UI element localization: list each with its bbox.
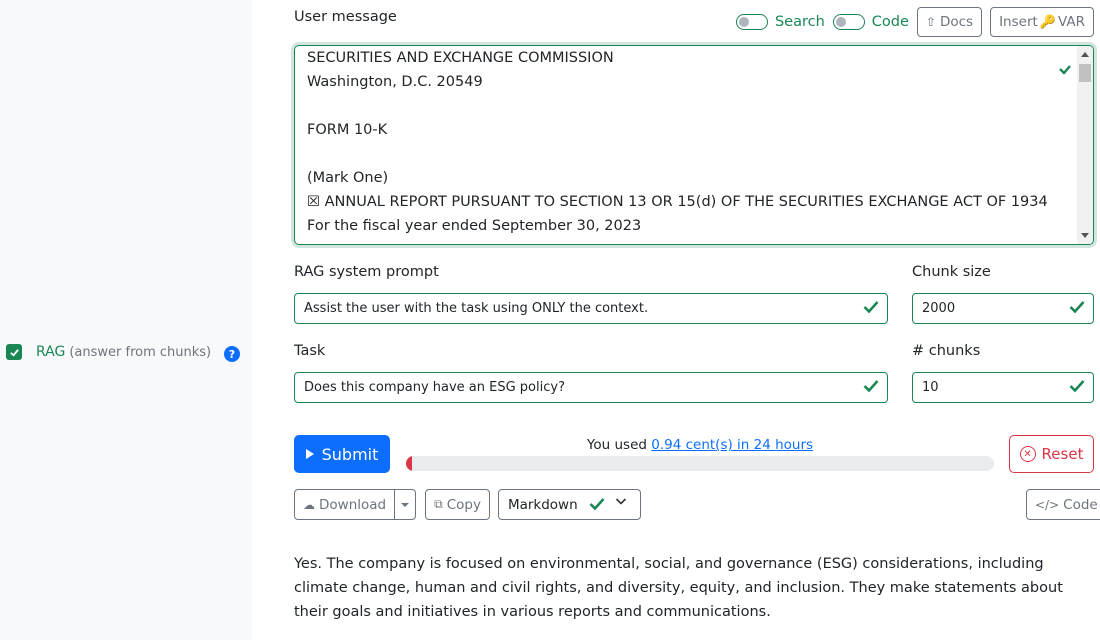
task-input[interactable]: Does this company have an ESG policy?: [294, 372, 888, 403]
valid-check-icon: [863, 379, 879, 397]
reset-button[interactable]: ✕ Reset: [1009, 435, 1094, 473]
code-switch[interactable]: [832, 14, 865, 30]
chunk-size-label: Chunk size: [912, 264, 991, 280]
chevron-down-icon: [615, 495, 627, 509]
sidebar: RAG (answer from chunks) ?: [0, 0, 252, 640]
key-icon: 🔑: [1039, 14, 1056, 30]
insert-label: Insert: [999, 14, 1038, 30]
download-button-group: ☁ Download: [294, 489, 417, 520]
user-message-label: User message: [294, 9, 397, 25]
valid-check-icon: [1059, 60, 1071, 79]
rag-prompt-label: RAG system prompt: [294, 264, 439, 280]
task-value: Does this company have an ESG policy?: [304, 380, 565, 395]
insert-var-button[interactable]: Insert 🔑 VAR: [990, 7, 1094, 37]
num-chunks-value: 10: [922, 380, 939, 395]
scroll-thumb[interactable]: [1079, 64, 1091, 82]
reset-label: Reset: [1041, 445, 1084, 463]
search-toggle-label: Search: [774, 14, 825, 30]
answer-text: Yes. The company is focused on environme…: [294, 556, 1063, 620]
valid-check-icon: [863, 300, 879, 318]
valid-check-icon: [1069, 379, 1085, 397]
docs-label: Docs: [939, 14, 974, 30]
download-dropdown-toggle[interactable]: [395, 490, 415, 519]
valid-check-icon: [589, 497, 605, 515]
num-chunks-input[interactable]: 10: [912, 372, 1094, 403]
rag-checkbox[interactable]: [6, 344, 22, 360]
usage-text: You used 0.94 cent(s) in 24 hours: [406, 437, 994, 453]
copy-label: Copy: [446, 496, 481, 513]
check-icon: [9, 348, 19, 357]
code-view-button[interactable]: </> Code: [1026, 489, 1100, 520]
submit-button[interactable]: Submit: [294, 435, 390, 473]
code-toggle-label: Code: [871, 14, 909, 30]
user-message-text: SECURITIES AND EXCHANGE COMMISSION Washi…: [307, 50, 1048, 234]
scroll-down-arrow-icon[interactable]: [1081, 233, 1089, 238]
scroll-up-arrow-icon[interactable]: [1081, 52, 1089, 57]
code-label: Code: [1063, 496, 1098, 513]
user-message-textarea[interactable]: SECURITIES AND EXCHANGE COMMISSION Washi…: [294, 45, 1094, 245]
chunk-size-value: 2000: [922, 301, 956, 316]
usage-progress-bar: [406, 456, 412, 471]
output-actions: ☁ Download ⧉ Copy Markdown: [294, 489, 641, 520]
rag-prompt-value: Assist the user with the task using ONLY…: [304, 301, 649, 316]
copy-icon: ⧉: [434, 497, 443, 511]
upload-icon: ⇧: [925, 15, 936, 29]
search-switch[interactable]: [735, 14, 768, 30]
usage-prefix: You used: [586, 437, 652, 453]
help-icon[interactable]: ?: [224, 346, 240, 362]
x-circle-icon: ✕: [1019, 446, 1036, 462]
caret-down-icon: [401, 502, 410, 507]
valid-check-icon: [1069, 300, 1085, 318]
docs-upload-button[interactable]: ⇧ Docs: [916, 7, 983, 37]
rag-toggle[interactable]: RAG (answer from chunks): [6, 344, 211, 360]
textarea-scrollbar[interactable]: [1077, 46, 1093, 244]
format-select[interactable]: Markdown: [497, 489, 641, 520]
rag-prompt-input[interactable]: Assist the user with the task using ONLY…: [294, 293, 888, 324]
code-toggle[interactable]: Code: [832, 14, 909, 30]
search-toggle[interactable]: Search: [735, 14, 825, 30]
usage-link[interactable]: 0.94 cent(s) in 24 hours: [651, 437, 813, 453]
play-icon: [305, 449, 314, 459]
usage-progress: [406, 456, 994, 471]
format-value: Markdown: [507, 496, 578, 513]
var-label: VAR: [1058, 14, 1085, 30]
code-icon: </>: [1035, 497, 1060, 512]
task-label: Task: [294, 343, 326, 359]
cloud-download-icon: ☁: [303, 497, 315, 512]
download-button[interactable]: ☁ Download: [295, 490, 396, 519]
rag-label: RAG: [36, 344, 66, 360]
copy-button[interactable]: ⧉ Copy: [425, 489, 490, 520]
submit-label: Submit: [321, 444, 379, 464]
num-chunks-label: # chunks: [912, 343, 981, 359]
chunk-size-input[interactable]: 2000: [912, 293, 1094, 324]
download-label: Download: [319, 496, 387, 513]
rag-sublabel: (answer from chunks): [69, 344, 212, 360]
message-toolbar: Search Code ⇧ Docs Insert 🔑 VAR: [735, 7, 1094, 37]
